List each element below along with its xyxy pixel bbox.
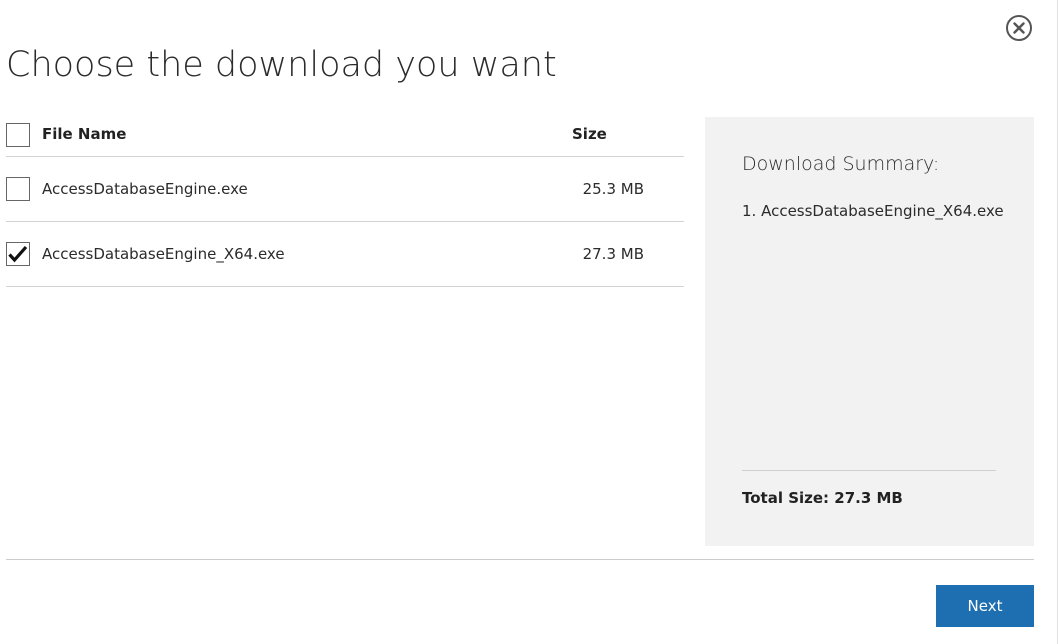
file-size: 27.3 MB [582, 245, 644, 263]
download-summary-panel: Download Summary: 1. AccessDatabaseEngin… [705, 117, 1034, 546]
file-table: File Name Size AccessDatabaseEngine.exe … [6, 110, 684, 287]
column-header-file-name: File Name [42, 125, 127, 143]
footer-divider [6, 559, 1034, 560]
next-button[interactable]: Next [936, 585, 1034, 627]
column-header-size: Size [572, 125, 607, 143]
select-all-checkbox[interactable] [6, 123, 30, 147]
file-name: AccessDatabaseEngine_X64.exe [42, 245, 285, 263]
summary-list: 1. AccessDatabaseEngine_X64.exe [742, 202, 1004, 220]
total-size: Total Size: 27.3 MB [742, 489, 903, 507]
file-checkbox-accessdatabaseengine-x64[interactable] [6, 242, 30, 266]
file-checkbox-accessdatabaseengine[interactable] [6, 177, 30, 201]
file-name: AccessDatabaseEngine.exe [42, 180, 248, 198]
checkmark-icon [8, 245, 28, 263]
page-title: Choose the download you want [6, 45, 557, 85]
table-row[interactable]: AccessDatabaseEngine.exe 25.3 MB [6, 157, 684, 222]
file-size: 25.3 MB [582, 180, 644, 198]
close-button[interactable] [1005, 14, 1033, 42]
summary-item: 1. AccessDatabaseEngine_X64.exe [742, 202, 1004, 220]
download-dialog: Choose the download you want File Name S… [0, 0, 1058, 644]
summary-title: Download Summary: [742, 153, 940, 175]
summary-divider [742, 470, 996, 471]
close-icon [1006, 15, 1032, 41]
table-row[interactable]: AccessDatabaseEngine_X64.exe 27.3 MB [6, 222, 684, 287]
table-header-row: File Name Size [6, 110, 684, 157]
